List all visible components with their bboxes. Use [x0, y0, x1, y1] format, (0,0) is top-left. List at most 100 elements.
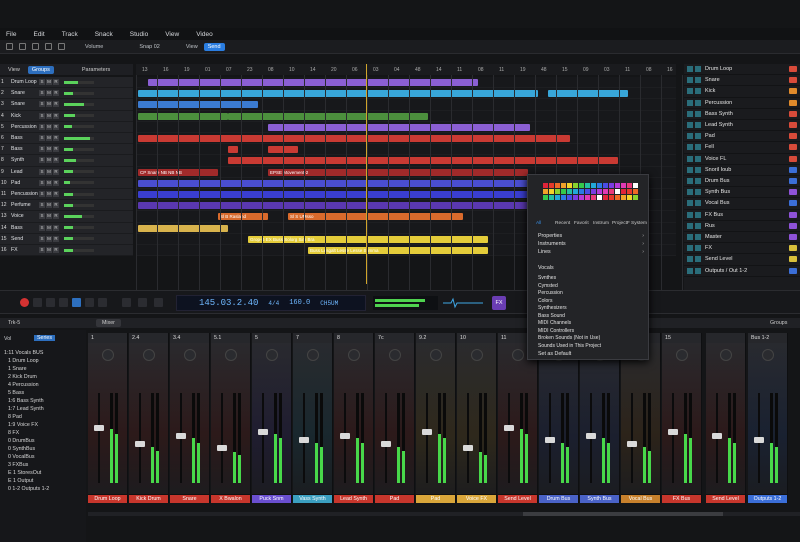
color-chip[interactable] — [789, 245, 797, 252]
strip-name[interactable]: Vass Synth — [293, 494, 332, 503]
fader-handle[interactable] — [712, 433, 722, 439]
tree-item[interactable]: 8 FX — [8, 430, 19, 436]
tree-item[interactable]: E 1 Output — [8, 478, 33, 484]
track-name[interactable]: Lead — [11, 169, 39, 175]
color-chip[interactable] — [789, 267, 797, 274]
record-arm-button[interactable]: R — [53, 247, 59, 254]
clip[interactable]: Grop-B EX Buss Solorg Sim Bra — [248, 235, 488, 243]
color-swatch[interactable] — [627, 189, 632, 194]
color-swatch[interactable] — [627, 183, 632, 188]
pan-knob[interactable] — [676, 349, 688, 361]
inspector-row[interactable]: Fell — [684, 142, 800, 154]
track-name[interactable]: Snare — [11, 90, 39, 96]
inspector-row[interactable]: Percussion — [684, 98, 800, 109]
popup-tab[interactable]: Favorit — [574, 221, 589, 226]
color-swatch[interactable] — [597, 195, 602, 200]
track-name[interactable]: Pencussion — [11, 191, 39, 197]
inspector-row[interactable]: Master — [684, 232, 800, 244]
metronome-icon[interactable] — [122, 298, 131, 307]
solo-button[interactable]: S — [39, 168, 45, 175]
tree-item[interactable]: 1:9 Voice FX — [8, 422, 38, 428]
track-name[interactable]: Snare — [11, 101, 39, 107]
record-arm-button[interactable]: R — [53, 213, 59, 220]
tree-tab[interactable]: Series — [34, 335, 56, 341]
strip-name[interactable]: Kick Drum — [129, 494, 168, 503]
clip[interactable] — [548, 90, 628, 98]
menu-file[interactable]: File — [6, 31, 16, 38]
color-swatch[interactable] — [597, 189, 602, 194]
record-arm-button[interactable]: R — [53, 146, 59, 153]
inspector-row[interactable]: Rus — [684, 221, 800, 232]
color-chip[interactable] — [789, 88, 797, 95]
color-chip[interactable] — [789, 99, 797, 106]
strip-name[interactable]: Outputs 1-2 — [748, 494, 787, 503]
color-chip[interactable] — [789, 189, 797, 196]
inspector-row[interactable]: FX — [684, 243, 800, 255]
pan-knob[interactable] — [471, 349, 483, 361]
color-swatch[interactable] — [543, 183, 548, 188]
tab-groups-mixer[interactable]: Groups — [770, 320, 787, 326]
strip-name[interactable]: Drum Loop — [88, 494, 127, 503]
track-name[interactable]: Perfume — [11, 202, 39, 208]
pan-knob[interactable] — [720, 349, 732, 361]
color-chip[interactable] — [789, 110, 797, 117]
fader-handle[interactable] — [627, 441, 637, 447]
popup-item[interactable]: Instruments — [538, 241, 566, 247]
color-swatch[interactable] — [585, 195, 590, 200]
track-header[interactable]: 10 Pad S M R — [0, 177, 133, 189]
inspector-row[interactable]: Snoril Ioub — [684, 165, 800, 176]
arrow-tool-icon[interactable] — [6, 43, 13, 50]
tree-item[interactable]: 1:11 Vocals BUS — [4, 350, 43, 356]
pan-knob[interactable] — [225, 349, 237, 361]
track-lane[interactable] — [136, 155, 676, 167]
tree-item[interactable]: 0 SynthBus — [8, 446, 35, 452]
inspector-row[interactable]: Pad — [684, 131, 800, 143]
color-swatch[interactable] — [561, 183, 566, 188]
clip[interactable]: Sl S UMsso — [288, 213, 463, 221]
track-lane[interactable] — [136, 88, 676, 100]
color-chip[interactable] — [789, 122, 797, 129]
color-swatch[interactable] — [567, 183, 572, 188]
track-header[interactable]: 3 Snare S M R — [0, 99, 133, 111]
tab-view[interactable]: View — [4, 66, 24, 74]
clip[interactable]: Sl B Rasland — [218, 213, 268, 221]
snap-dropdown[interactable]: Snap 02 — [139, 44, 160, 50]
popup-tab[interactable]: System — [631, 221, 647, 226]
loop-icon[interactable] — [33, 298, 42, 307]
clip[interactable] — [268, 123, 530, 131]
track-name[interactable]: Bass — [11, 146, 39, 152]
track-header[interactable]: 6 Bass S M R — [0, 133, 133, 145]
record-arm-button[interactable]: R — [53, 79, 59, 86]
strip-name[interactable]: Send Level — [498, 494, 537, 503]
track-header[interactable]: 14 Bass S M R — [0, 222, 133, 234]
sync-icon[interactable] — [154, 298, 163, 307]
fader-handle[interactable] — [504, 425, 514, 431]
track-lane[interactable] — [136, 77, 676, 89]
solo-button[interactable]: S — [39, 157, 45, 164]
popup-subitem[interactable]: Colors — [538, 298, 552, 304]
color-swatch[interactable] — [543, 195, 548, 200]
menu-edit[interactable]: Edit — [33, 31, 44, 38]
solo-button[interactable]: S — [39, 123, 45, 130]
record-arm-button[interactable]: R — [53, 157, 59, 164]
color-swatch[interactable] — [561, 195, 566, 200]
record-button[interactable] — [20, 298, 29, 307]
tab-track[interactable]: Trk-5 — [8, 320, 20, 326]
inspector-row[interactable]: Send Level — [684, 254, 800, 266]
color-swatch[interactable] — [603, 183, 608, 188]
popup-section[interactable]: Vocals — [538, 265, 554, 271]
color-swatch[interactable] — [609, 195, 614, 200]
color-swatch[interactable] — [579, 195, 584, 200]
forward-icon[interactable] — [85, 298, 94, 307]
mute-button[interactable]: M — [46, 213, 52, 220]
inspector-row[interactable]: Voice FL — [684, 154, 800, 165]
color-swatch[interactable] — [573, 195, 578, 200]
clip[interactable] — [148, 79, 478, 86]
track-header[interactable]: 12 Perfume S M R — [0, 200, 133, 212]
pan-knob[interactable] — [512, 349, 524, 361]
mute-button[interactable]: M — [46, 112, 52, 119]
track-header[interactable]: 16 FX S M R — [0, 245, 133, 257]
clip[interactable] — [458, 90, 538, 98]
mixer-scrollbar[interactable] — [88, 512, 800, 516]
fader-handle[interactable] — [135, 441, 145, 447]
